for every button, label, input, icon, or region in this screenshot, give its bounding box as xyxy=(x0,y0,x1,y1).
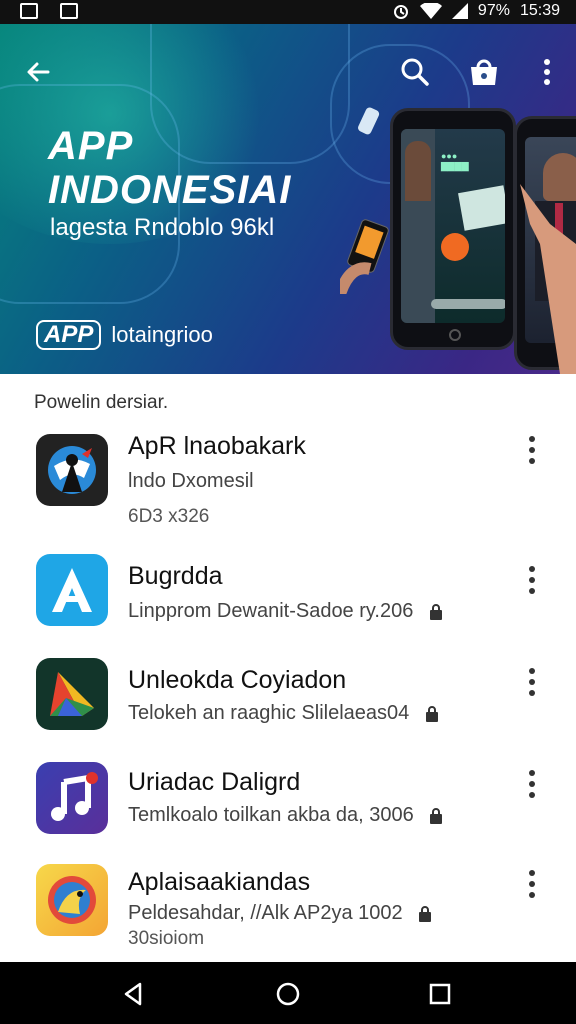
list-item[interactable]: Bugrdda Linpprom Dewanit-Sadoe ry.206 xyxy=(0,544,576,644)
nav-back-button[interactable] xyxy=(120,980,148,1008)
list-item[interactable]: Aplaisaakiandas Peldesahdar, //Alk AP2ya… xyxy=(0,852,576,962)
triangle-app-icon xyxy=(36,658,108,730)
bird-app-icon xyxy=(36,864,108,936)
battery-level: 97% xyxy=(477,2,510,19)
hero-banner: APP INDONESIAI lagesta Rndoblo 96kl APP … xyxy=(0,24,576,374)
compass-app-icon xyxy=(36,434,108,506)
nav-recents-button[interactable] xyxy=(426,980,454,1008)
app-info: 30sioiom xyxy=(128,928,205,949)
shopping-bag-icon xyxy=(471,59,497,85)
list-item[interactable]: ApR lnaobakark lndo Dxomesil 6D3 x326 xyxy=(0,420,576,540)
hero-title-line2: INDONESIAI xyxy=(48,168,292,212)
circle-home-icon xyxy=(276,982,300,1006)
list-item[interactable]: Unleokda Coyiadon Telokeh an raaghic Sli… xyxy=(0,646,576,746)
store-button[interactable] xyxy=(462,50,506,94)
back-button[interactable] xyxy=(16,50,60,94)
gallery-notification-icon xyxy=(60,3,78,19)
search-button[interactable] xyxy=(393,50,437,94)
alarm-icon xyxy=(393,5,408,19)
hand-illustration xyxy=(520,184,576,374)
brand-logo: APP xyxy=(36,320,102,350)
signal-icon xyxy=(451,3,468,19)
app-name: ApR lnaobakark xyxy=(128,432,306,460)
section-label: Powelin dersiar. xyxy=(34,392,169,413)
hero-title: APP INDONESIAI xyxy=(48,124,291,212)
app-subtitle-text: Telokeh an raaghic Slilelaeas04 xyxy=(128,702,410,724)
more-options-button[interactable] xyxy=(520,870,544,904)
hero-title-line1: APP xyxy=(48,124,134,168)
app-subtitle: Peldesahdar, //Alk AP2ya 1002 xyxy=(128,902,432,925)
app-subtitle: Linpprom Dewanit-Sadoe ry.206 xyxy=(128,600,443,623)
app-info: 6D3 x326 xyxy=(128,506,210,527)
clock: 15:39 xyxy=(519,2,560,19)
status-notifications xyxy=(20,3,78,19)
overflow-menu-button[interactable] xyxy=(525,50,569,94)
wifi-icon xyxy=(419,3,442,19)
triangle-back-icon xyxy=(124,982,142,1006)
system-navigation-bar xyxy=(0,962,576,1024)
app-subtitle: lndo Dxomesil xyxy=(128,470,254,492)
image-notification-icon xyxy=(20,3,38,19)
lock-badge-icon xyxy=(430,807,443,824)
app-subtitle-text: Temlkoalo toilkan akba da, 3006 xyxy=(128,804,414,826)
app-name: Unleokda Coyiadon xyxy=(128,666,347,694)
app-name: Uriadac Daligrd xyxy=(128,768,301,796)
hero-brand: APP lotaingrioo xyxy=(36,320,213,350)
app-subtitle: Telokeh an raaghic Slilelaeas04 xyxy=(128,702,439,725)
lock-badge-icon xyxy=(419,905,432,922)
search-icon xyxy=(401,58,429,86)
arrow-back-icon xyxy=(27,62,50,82)
nav-home-button[interactable] xyxy=(274,980,302,1008)
app-name: Bugrdda xyxy=(128,562,223,590)
more-options-button[interactable] xyxy=(520,668,544,702)
more-options-button[interactable] xyxy=(520,566,544,600)
app-name: Aplaisaakiandas xyxy=(128,868,311,896)
bottle-sticker-icon xyxy=(358,107,380,135)
status-bar: 97% 15:39 xyxy=(0,0,576,24)
more-vert-icon xyxy=(544,59,550,85)
letter-a-app-icon xyxy=(36,554,108,626)
lock-badge-icon xyxy=(429,603,442,620)
hero-subtitle: lagesta Rndoblo 96kl xyxy=(50,214,275,241)
phone-mockup-left: ●●● ▇▇▇▇ xyxy=(390,108,516,350)
more-options-button[interactable] xyxy=(520,436,544,470)
lock-badge-icon xyxy=(425,705,438,722)
app-subtitle: Temlkoalo toilkan akba da, 3006 xyxy=(128,804,443,827)
status-right: 97% 15:39 xyxy=(392,2,560,20)
more-options-button[interactable] xyxy=(520,770,544,804)
brand-text: lotaingrioo xyxy=(111,322,213,347)
app-subtitle-text: Peldesahdar, //Alk AP2ya 1002 xyxy=(128,902,403,924)
music-app-icon xyxy=(36,762,108,834)
list-item[interactable]: Uriadac Daligrd Temlkoalo toilkan akba d… xyxy=(0,750,576,850)
square-recents-icon xyxy=(429,983,451,1005)
app-subtitle-text: Linpprom Dewanit-Sadoe ry.206 xyxy=(128,600,414,622)
